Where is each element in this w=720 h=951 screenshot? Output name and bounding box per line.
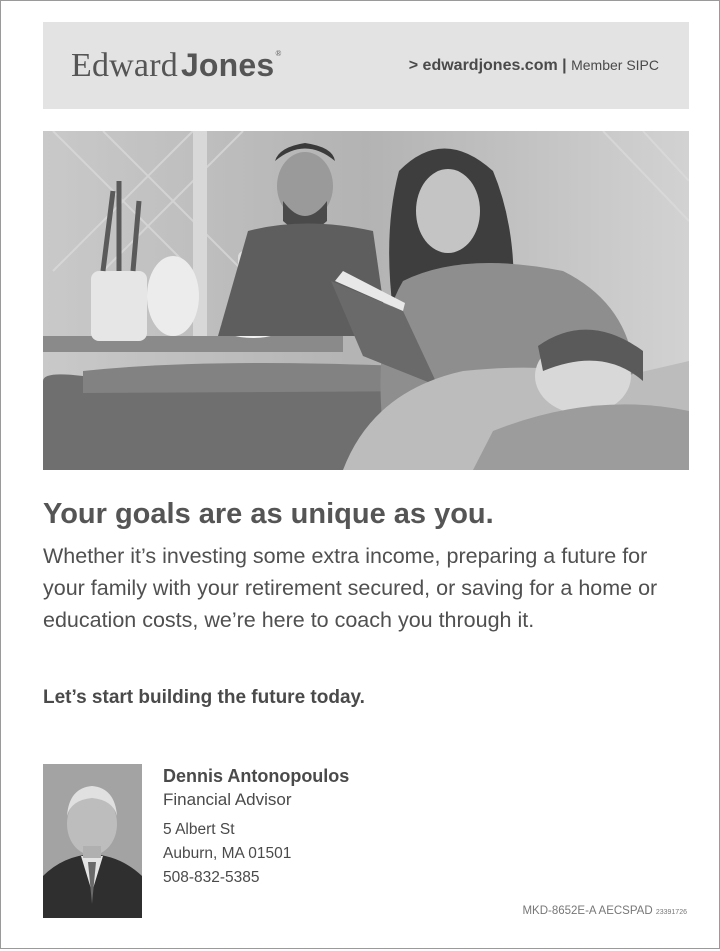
header-contact: > edwardjones.com | Member SIPC — [409, 57, 659, 75]
logo-jones: Jones — [180, 47, 275, 83]
address-city: Auburn, MA 01501 — [163, 845, 292, 862]
ad-code: MKD-8652E-A AECSPAD 23391726 — [522, 905, 687, 917]
logo-edward: Edward — [71, 47, 178, 84]
call-to-action: Let’s start building the future today. — [43, 687, 365, 708]
advisor-name: Dennis Antonopoulos — [163, 766, 350, 786]
ad-code-small: 23391726 — [655, 909, 687, 916]
headline: Your goals are as unique as you. — [43, 498, 494, 530]
header-bar: EdwardJones® > edwardjones.com | Member … — [43, 22, 689, 109]
header-separator: | — [557, 57, 572, 74]
website-link[interactable]: > edwardjones.com — [409, 57, 558, 74]
address-street: 5 Albert St — [163, 821, 235, 838]
advisor-title: Financial Advisor — [163, 790, 292, 809]
advisor-contact: Dennis Antonopoulos Financial Advisor 5 … — [163, 765, 349, 890]
ad-code-main: MKD-8652E-A AECSPAD — [522, 905, 653, 917]
member-sipc: Member SIPC — [571, 57, 659, 73]
registered-mark: ® — [275, 49, 282, 58]
phone-number[interactable]: 508-832-5385 — [163, 866, 349, 890]
edward-jones-logo: EdwardJones® — [71, 47, 282, 85]
ad-frame: EdwardJones® > edwardjones.com | Member … — [0, 0, 720, 949]
family-reading-photo — [43, 131, 689, 470]
advisor-portrait-photo — [43, 764, 142, 918]
body-copy: Whether it’s investing some extra income… — [43, 544, 658, 632]
